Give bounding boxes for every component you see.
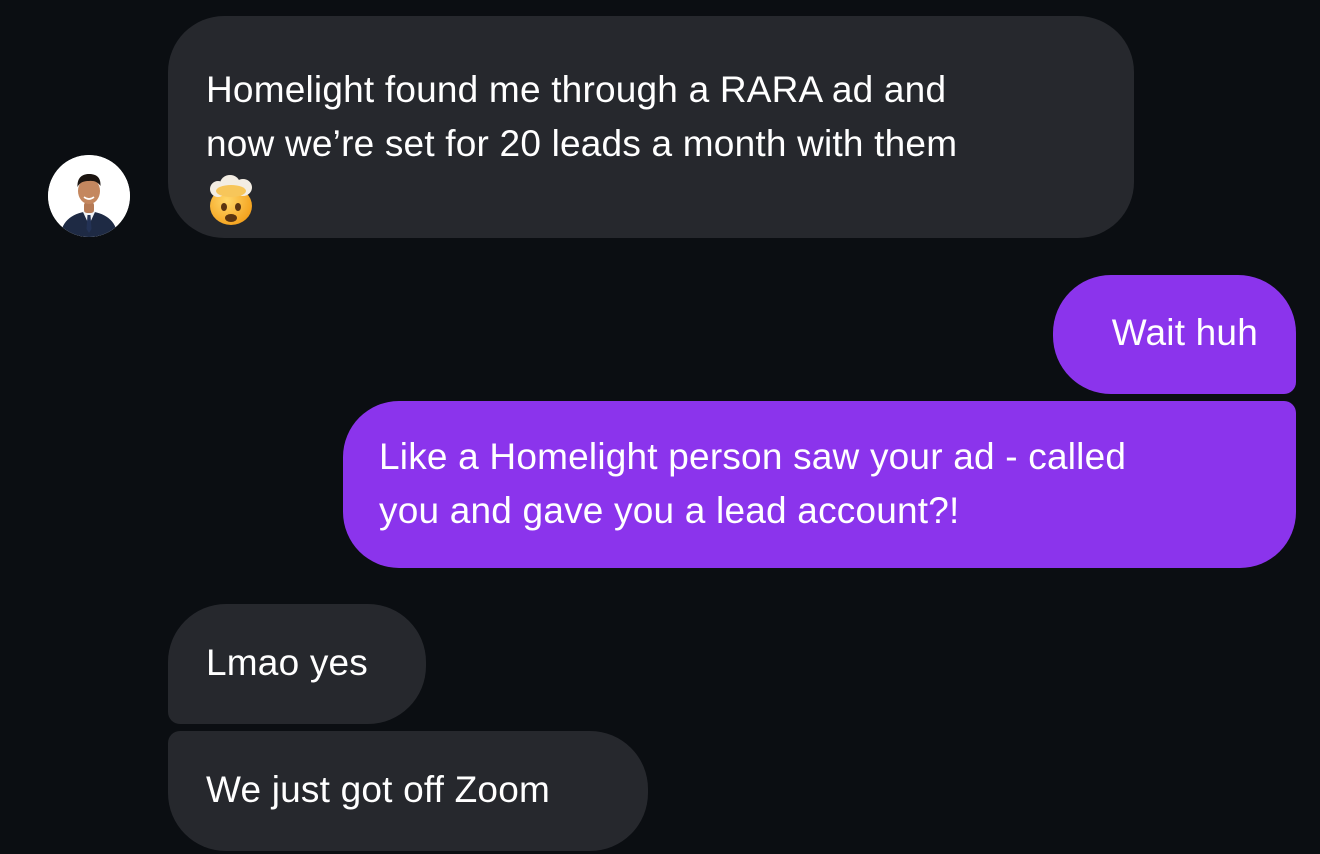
outgoing-message-bubble[interactable]: Like a Homelight person saw your ad - ca… xyxy=(343,401,1296,568)
message-text-line: Lmao yes xyxy=(206,642,369,683)
person-avatar-icon xyxy=(48,155,130,237)
incoming-message-bubble[interactable]: We just got off Zoom xyxy=(168,731,648,851)
message-text-line: We just got off Zoom xyxy=(206,769,551,810)
message-text-line: Homelight found me through a RARA ad and xyxy=(206,69,947,110)
message-text-line: Like a Homelight person saw your ad - ca… xyxy=(379,436,1127,477)
exploding-head-emoji-icon xyxy=(206,175,256,225)
incoming-message-bubble[interactable]: Homelight found me through a RARA ad and… xyxy=(168,16,1134,238)
contact-avatar[interactable] xyxy=(48,155,130,237)
message-text-line: you and gave you a lead account?! xyxy=(379,490,960,531)
message-text-line: now we’re set for 20 leads a month with … xyxy=(206,123,958,164)
outgoing-message-bubble[interactable]: Wait huh xyxy=(1053,275,1296,394)
incoming-message-bubble[interactable]: Lmao yes xyxy=(168,604,426,724)
message-text-line: Wait huh xyxy=(1111,312,1258,353)
